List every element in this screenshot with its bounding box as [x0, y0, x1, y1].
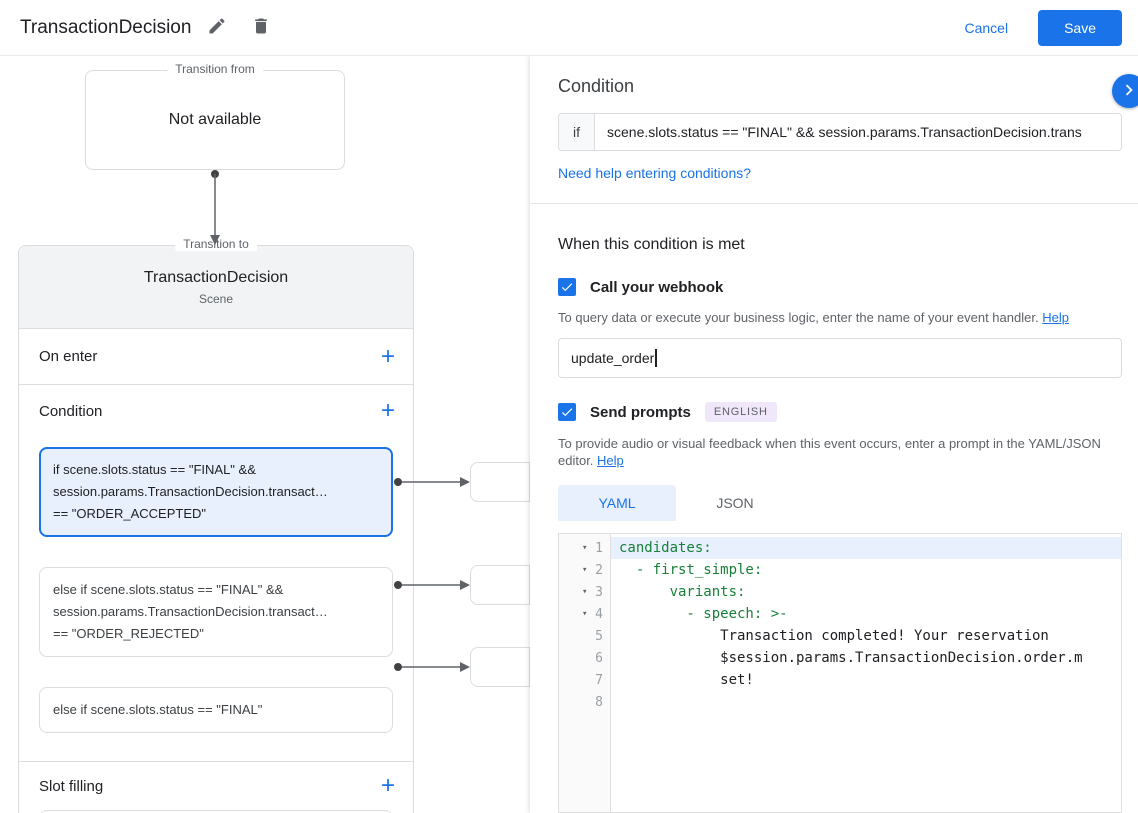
scene-name: TransactionDecision — [143, 268, 289, 286]
on-enter-label: On enter — [39, 348, 98, 365]
condition-section-label: Condition — [39, 402, 103, 420]
chevron-right-icon — [1118, 79, 1138, 104]
condition-card-2[interactable]: else if scene.slots.status == "FINAL" &&… — [39, 567, 393, 657]
pencil-icon — [207, 16, 227, 39]
webhook-helper-text: To query data or execute your business l… — [558, 309, 1122, 326]
trash-icon — [251, 16, 271, 39]
language-badge: ENGLISH — [704, 402, 777, 422]
transition-from-value: Not available — [168, 111, 262, 128]
scene-type-label: Scene — [198, 291, 234, 306]
edit-title-button[interactable] — [199, 10, 235, 46]
slot-filling-label: Slot filling — [39, 777, 104, 795]
webhook-label: Call your webhook — [590, 278, 724, 296]
condition-card-line: == "ORDER_REJECTED" — [53, 626, 204, 641]
transition-target-box-2[interactable] — [470, 565, 530, 605]
condition-card-line: if scene.slots.status == "FINAL" && — [53, 462, 256, 477]
code-line-5[interactable]: Transaction completed! Your reservation — [611, 625, 1121, 647]
condition-card-3[interactable]: else if scene.slots.status == "FINAL" — [39, 687, 393, 733]
text-cursor — [655, 349, 657, 367]
transition-target-box-3[interactable] — [470, 647, 530, 687]
fold-arrow-icon[interactable]: ▾ — [579, 543, 590, 553]
line-number: 3 — [595, 584, 603, 600]
condition-card-line: else if scene.slots.status == "FINAL" — [53, 702, 263, 717]
save-button[interactable]: Save — [1038, 9, 1122, 46]
yaml-editor[interactable]: ▾ 1 ▾ 2 ▾ 3 ▾ 4 5 6 7 8 candidates: - first_simple:… — [558, 533, 1122, 813]
condition-detail-panel: Condition if Need help entering conditio… — [530, 56, 1138, 813]
webhook-check-row: Call your webhook — [558, 278, 1122, 296]
code-line-4[interactable]: - speech: >- — [611, 603, 1121, 625]
webhook-checkbox[interactable] — [558, 278, 576, 296]
if-label: if — [559, 114, 595, 150]
scene-flow-canvas: Transition from Not available Transition… — [0, 56, 530, 813]
prompts-help-link[interactable]: Help — [597, 453, 624, 468]
prompts-checkbox[interactable] — [558, 403, 576, 421]
code-line-3[interactable]: variants: — [611, 581, 1121, 603]
add-condition-button[interactable]: + — [381, 399, 395, 423]
condition-section: Condition + — [19, 385, 413, 437]
prompts-helper-body: To provide audio or visual feedback when… — [558, 436, 1101, 468]
editor-gutter: ▾ 1 ▾ 2 ▾ 3 ▾ 4 5 6 7 8 — [559, 534, 611, 812]
condition-card-list: if scene.slots.status == "FINAL" && sessi… — [19, 437, 413, 761]
panel-divider — [530, 203, 1138, 204]
line-number: 6 — [595, 650, 603, 666]
line-number: 4 — [595, 606, 603, 622]
line-number: 2 — [595, 562, 603, 578]
editor-tabs: YAML JSON — [558, 485, 1122, 521]
tab-yaml[interactable]: YAML — [558, 485, 676, 521]
condition-card-line: == "ORDER_ACCEPTED" — [53, 506, 206, 521]
editor-code: candidates: - first_simple: variants: - … — [611, 534, 1121, 812]
prompts-helper-text: To provide audio or visual feedback when… — [558, 435, 1122, 469]
prompts-label: Send prompts — [590, 403, 691, 421]
webhook-helper-body: To query data or execute your business l… — [558, 310, 1039, 325]
transition-target-box-1[interactable] — [470, 462, 530, 502]
code-line-8[interactable] — [611, 691, 1121, 713]
condition-expression-row: if — [558, 113, 1122, 151]
code-line-1[interactable]: candidates: — [611, 537, 1121, 559]
fold-arrow-icon[interactable]: ▾ — [579, 609, 590, 619]
condition-card-line: session.params.TransactionDecision.trans… — [53, 484, 328, 499]
top-bar: TransactionDecision Cancel Save — [0, 0, 1138, 56]
page-title: TransactionDecision — [20, 16, 192, 38]
line-number: 5 — [595, 628, 603, 644]
conditions-help-link[interactable]: Need help entering conditions? — [558, 165, 751, 181]
transition-to-card: Transition to TransactionDecision Scene … — [18, 237, 414, 813]
add-slot-button[interactable]: + — [381, 774, 395, 798]
condition-card-line: session.params.TransactionDecision.trans… — [53, 604, 328, 619]
transition-from-box: Transition from Not available — [85, 62, 345, 170]
line-number: 7 — [595, 672, 603, 688]
condition-expression-input[interactable] — [595, 114, 1121, 150]
tab-json[interactable]: JSON — [676, 485, 794, 521]
webhook-input[interactable]: update_order — [558, 338, 1122, 378]
webhook-help-link[interactable]: Help — [1042, 310, 1069, 325]
line-number: 8 — [595, 694, 603, 710]
prompts-check-row: Send prompts ENGLISH — [558, 402, 1122, 422]
cancel-button[interactable]: Cancel — [964, 20, 1008, 36]
webhook-input-value: update_order — [571, 350, 655, 366]
on-enter-section: On enter + — [19, 329, 413, 385]
line-number: 1 — [595, 540, 603, 556]
fold-arrow-icon[interactable]: ▾ — [579, 587, 590, 597]
panel-title: Condition — [558, 76, 635, 96]
slot-filling-head: Slot filling + — [19, 762, 413, 810]
transition-from-legend: Transition from — [167, 62, 263, 76]
condition-card-line: else if scene.slots.status == "FINAL" && — [53, 582, 284, 597]
code-line-6[interactable]: $session.params.TransactionDecision.orde… — [611, 647, 1121, 669]
scene-card-header[interactable]: TransactionDecision Scene — [19, 246, 413, 329]
fold-arrow-icon[interactable]: ▾ — [579, 565, 590, 575]
slot-filling-section: Slot filling + Slot validation — [19, 761, 413, 813]
condition-card-1[interactable]: if scene.slots.status == "FINAL" && sessi… — [39, 447, 393, 537]
add-on-enter-button[interactable]: + — [381, 344, 395, 368]
code-line-2[interactable]: - first_simple: — [611, 559, 1121, 581]
delete-scene-button[interactable] — [243, 10, 279, 46]
code-line-7[interactable]: set! — [611, 669, 1121, 691]
collapse-panel-button[interactable] — [1112, 74, 1138, 108]
transition-to-legend: Transition to — [175, 237, 257, 251]
when-condition-met-title: When this condition is met — [558, 236, 745, 253]
